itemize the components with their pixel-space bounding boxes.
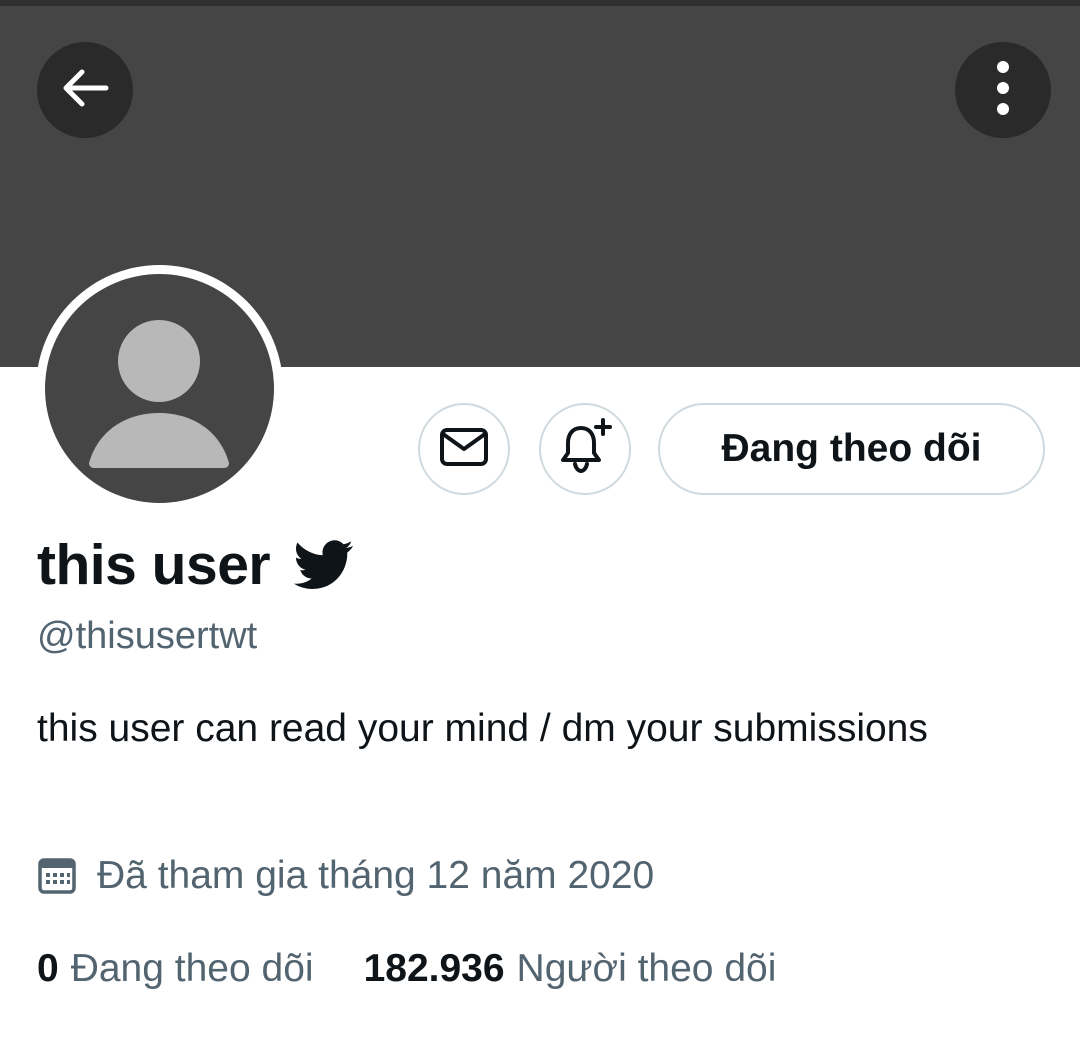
follow-stats: 0 Đang theo dõi 182.936 Người theo dõi: [37, 943, 776, 995]
following-button-label: Đang theo dõi: [721, 427, 982, 470]
joined-date-text: Đã tham gia tháng 12 năm 2020: [97, 854, 655, 897]
notifications-button[interactable]: [539, 403, 631, 495]
back-button[interactable]: [37, 42, 133, 138]
more-vertical-icon: [993, 58, 1013, 123]
message-button[interactable]: [418, 403, 510, 495]
followers-count: 182.936: [363, 947, 505, 990]
avatar-ring: [36, 265, 283, 512]
more-options-button[interactable]: [955, 42, 1051, 138]
bell-plus-icon: [555, 417, 615, 482]
calendar-icon: [37, 856, 77, 896]
followers-stat[interactable]: 182.936 Người theo dõi: [364, 947, 777, 991]
display-name: this user: [37, 532, 271, 597]
following-stat[interactable]: 0 Đang theo dõi: [37, 947, 314, 991]
joined-date-row: Đã tham gia tháng 12 năm 2020: [37, 850, 654, 902]
profile-handle: @thisusertwt: [37, 615, 258, 657]
envelope-icon: [439, 427, 489, 472]
twitter-bird-icon: [293, 539, 354, 591]
following-button[interactable]: Đang theo dõi: [658, 403, 1045, 495]
profile-bio: this user can read your mind / dm your s…: [37, 707, 928, 750]
avatar[interactable]: [45, 274, 274, 503]
following-count: 0: [37, 947, 59, 990]
display-name-row: this user: [37, 527, 354, 602]
arrow-left-icon: [58, 61, 112, 120]
followers-label: Người theo dõi: [516, 947, 777, 990]
default-avatar-icon: [89, 320, 229, 468]
following-label: Đang theo dõi: [70, 947, 314, 990]
